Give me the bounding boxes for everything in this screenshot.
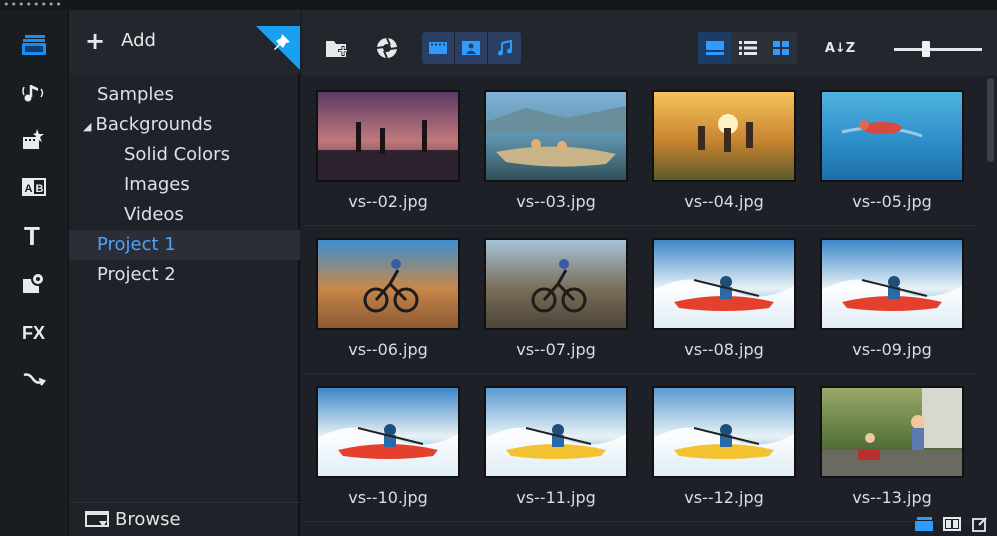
- thumbnail-caption: vs--10.jpg: [348, 488, 428, 507]
- browse-button[interactable]: Browse: [69, 502, 300, 536]
- media-type-filter: [422, 32, 521, 64]
- view-mode-toggle: [698, 32, 797, 64]
- thumbnail-caption: vs--09.jpg: [852, 340, 932, 359]
- edit-panel-icon[interactable]: [969, 514, 991, 534]
- import-folder-icon[interactable]: [320, 32, 354, 64]
- thumbnail-caption: vs--08.jpg: [684, 340, 764, 359]
- thumbnail-caption: vs--03.jpg: [516, 192, 596, 211]
- show-audio-icon[interactable]: [488, 32, 521, 64]
- media-thumbnail-item[interactable]: vs--09.jpg: [808, 226, 976, 374]
- panel-layout-buttons: [913, 514, 991, 534]
- list-view-icon[interactable]: [731, 32, 764, 64]
- media-thumbnail-item[interactable]: vs--04.jpg: [640, 78, 808, 226]
- thumbnail-image[interactable]: [484, 386, 628, 478]
- tree-item-project-1[interactable]: Project 1: [69, 230, 300, 260]
- media-thumbnail-item[interactable]: vs--05.jpg: [808, 78, 976, 226]
- thumbnail-image[interactable]: [652, 90, 796, 182]
- thumbnail-caption: vs--13.jpg: [852, 488, 932, 507]
- media-thumbnail-item[interactable]: vs--12.jpg: [640, 374, 808, 522]
- tree-item-samples[interactable]: Samples: [69, 80, 300, 110]
- library-panel-icon[interactable]: [913, 514, 935, 534]
- thumbnail-caption: vs--05.jpg: [852, 192, 932, 211]
- svg-text:A: A: [25, 183, 33, 195]
- transition-icon[interactable]: AB: [12, 168, 56, 206]
- capture-icon[interactable]: [370, 32, 404, 64]
- show-video-icon[interactable]: [422, 32, 455, 64]
- browse-icon: [85, 510, 109, 527]
- thumbnail-caption: vs--06.jpg: [348, 340, 428, 359]
- thumbnail-image[interactable]: [316, 90, 460, 182]
- tree-item-backgrounds[interactable]: ◢ Backgrounds: [69, 110, 300, 140]
- add-folder-button[interactable]: + Add: [85, 26, 156, 55]
- add-label: Add: [121, 30, 156, 51]
- title-icon[interactable]: T: [12, 216, 56, 254]
- tree-item-images[interactable]: Images: [69, 170, 300, 200]
- expand-arrow-icon[interactable]: ◢: [83, 120, 91, 133]
- tree-item-videos[interactable]: Videos: [69, 200, 300, 230]
- library-category-bar: AB T FX: [0, 10, 69, 536]
- media-thumbnail-item[interactable]: vs--13.jpg: [808, 374, 976, 522]
- media-thumbnail-item[interactable]: vs--02.jpg: [304, 78, 472, 226]
- plus-icon: +: [85, 26, 106, 55]
- thumbnail-image[interactable]: [820, 238, 964, 330]
- thumbnail-caption: vs--07.jpg: [516, 340, 596, 359]
- library-tree: Samples ◢ Backgrounds Solid Colors Images…: [69, 80, 300, 290]
- thumbnail-image[interactable]: [316, 386, 460, 478]
- media-thumbnail-item[interactable]: vs--10.jpg: [304, 374, 472, 522]
- svg-text:FX: FX: [22, 323, 45, 343]
- thumbnail-size-slider-thumb[interactable]: [921, 41, 930, 57]
- thumbnail-image[interactable]: [652, 386, 796, 478]
- media-thumbnail-item[interactable]: vs--07.jpg: [472, 226, 640, 374]
- thumbnail-caption: vs--04.jpg: [684, 192, 764, 211]
- grid-view-icon[interactable]: [764, 32, 797, 64]
- thumbnail-caption: vs--11.jpg: [516, 488, 596, 507]
- svg-text:B: B: [36, 183, 44, 195]
- svg-text:T: T: [24, 223, 40, 247]
- thumbnail-image[interactable]: [652, 238, 796, 330]
- thumbnail-image[interactable]: [484, 90, 628, 182]
- media-toolbar: A↓Z: [302, 10, 997, 76]
- path-icon[interactable]: [12, 360, 56, 398]
- media-thumbnail-item[interactable]: vs--11.jpg: [472, 374, 640, 522]
- scrollbar-thumb[interactable]: [987, 78, 994, 162]
- media-thumbnail-item[interactable]: vs--08.jpg: [640, 226, 808, 374]
- vertical-scrollbar[interactable]: [984, 76, 997, 536]
- filter-icon[interactable]: FX: [12, 312, 56, 350]
- graphics-icon[interactable]: [12, 264, 56, 302]
- instant-project-icon[interactable]: [12, 120, 56, 158]
- media-grid: vs--02.jpg vs--03.jpg vs--04.jpg vs--05.…: [304, 78, 976, 536]
- show-photo-icon[interactable]: [455, 32, 488, 64]
- library-panel: + Add Samples ◢ Backgrounds Solid Colors …: [69, 10, 300, 536]
- thumbnail-caption: vs--12.jpg: [684, 488, 764, 507]
- title-strip: ••••••••: [0, 0, 997, 10]
- media-thumbnail-item[interactable]: vs--06.jpg: [304, 226, 472, 374]
- pin-icon[interactable]: [256, 26, 300, 70]
- split-view-icon[interactable]: [941, 514, 963, 534]
- thumbnail-size-slider[interactable]: [894, 48, 982, 51]
- tree-item-project-2[interactable]: Project 2: [69, 260, 300, 290]
- thumbnail-image[interactable]: [484, 238, 628, 330]
- thumbnail-caption: vs--02.jpg: [348, 192, 428, 211]
- media-thumbnail-item[interactable]: vs--03.jpg: [472, 78, 640, 226]
- drag-grip-icon[interactable]: ••••••••: [3, 0, 63, 10]
- media-browser: A↓Z vs--02.jpg vs--03.jpg vs--04.jpg vs-…: [302, 10, 997, 536]
- music-icon[interactable]: [12, 74, 56, 112]
- media-library-icon[interactable]: [12, 26, 56, 64]
- tree-item-solid-colors[interactable]: Solid Colors: [69, 140, 300, 170]
- thumbnail-image[interactable]: [820, 386, 964, 478]
- thumbnail-image[interactable]: [820, 90, 964, 182]
- sort-icon[interactable]: A↓Z: [825, 32, 855, 64]
- thumbnail-image[interactable]: [316, 238, 460, 330]
- thumbnail-view-icon[interactable]: [698, 32, 731, 64]
- add-bar: + Add: [69, 10, 300, 74]
